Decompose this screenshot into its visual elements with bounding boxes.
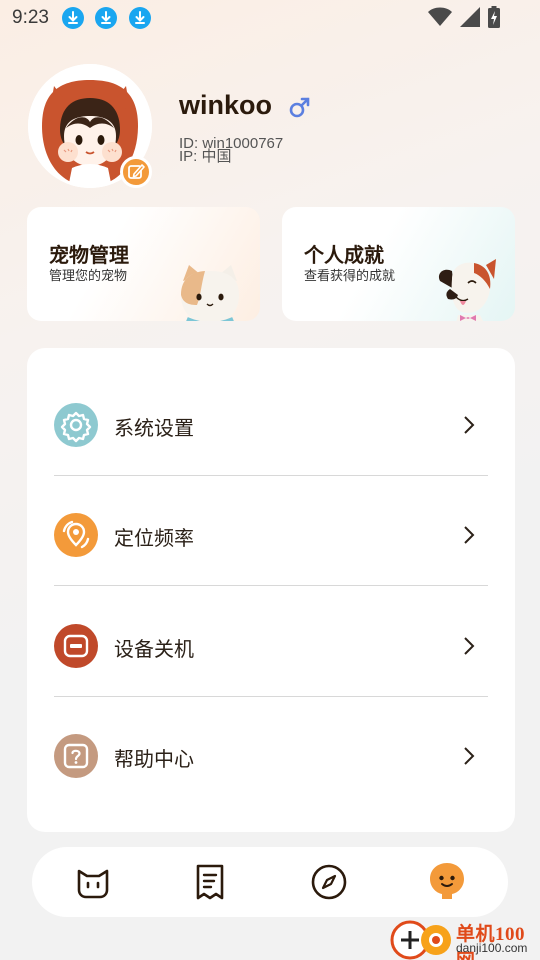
card-title: 个人成就 <box>304 243 384 267</box>
divider <box>54 475 488 476</box>
status-time: 9:23 <box>12 7 49 28</box>
avatar[interactable] <box>28 64 152 188</box>
menu-item-device-shutdown[interactable]: 设备关机 <box>27 591 515 701</box>
edit-icon <box>128 164 145 179</box>
menu-label: 系统设置 <box>114 416 194 440</box>
settings-menu: 系统设置 定位频率 设备关机 帮助中心 <box>27 348 515 832</box>
menu-item-location-frequency[interactable]: 定位频率 <box>27 480 515 590</box>
compass-icon <box>311 864 347 900</box>
cat-illustration <box>181 265 239 321</box>
card-subtitle: 查看获得的成就 <box>304 269 396 284</box>
nav-tab-records[interactable] <box>189 861 231 903</box>
power-off-icon <box>54 624 98 668</box>
chevron-right-icon <box>464 747 475 765</box>
signal-icon <box>460 7 480 31</box>
bottom-nav <box>32 847 508 917</box>
profile-face-icon <box>430 863 464 899</box>
watermark-url: danji100.com <box>456 941 528 955</box>
card-title: 宠物管理 <box>49 243 129 267</box>
divider <box>54 585 488 586</box>
dog-illustration <box>438 259 496 321</box>
receipt-icon <box>196 864 224 900</box>
menu-label: 设备关机 <box>114 637 194 661</box>
download-icon <box>129 7 151 29</box>
achievements-card[interactable]: 个人成就 查看获得的成就 <box>282 207 515 321</box>
help-icon <box>54 734 98 778</box>
menu-label: 定位频率 <box>114 526 194 550</box>
pet-management-card[interactable]: 宠物管理 管理您的宠物 <box>27 207 260 321</box>
menu-item-system-settings[interactable]: 系统设置 <box>27 370 515 480</box>
menu-label: 帮助中心 <box>114 747 194 771</box>
username: winkoo <box>179 90 272 120</box>
download-icon <box>62 7 84 29</box>
menu-item-help-center[interactable]: 帮助中心 <box>27 701 515 811</box>
user-ip: IP: 中国 <box>179 148 232 165</box>
wifi-icon <box>428 7 452 31</box>
status-bar: 9:23 <box>0 0 540 36</box>
download-icon <box>95 7 117 29</box>
nav-tab-pets[interactable] <box>72 861 114 903</box>
divider <box>54 696 488 697</box>
watermark-logo-icon <box>390 920 451 960</box>
chevron-right-icon <box>464 637 475 655</box>
edit-avatar-button[interactable] <box>120 156 152 188</box>
nav-tab-profile[interactable] <box>426 861 468 903</box>
location-icon <box>54 513 98 557</box>
chevron-right-icon <box>464 526 475 544</box>
cat-face-icon <box>77 869 109 899</box>
battery-charging-icon <box>488 6 500 32</box>
card-subtitle: 管理您的宠物 <box>49 269 128 284</box>
watermark: 单机100网 danji100.com <box>388 916 540 960</box>
male-icon <box>288 96 312 124</box>
chevron-right-icon <box>464 416 475 434</box>
gear-icon <box>54 403 98 447</box>
nav-tab-discover[interactable] <box>308 861 350 903</box>
